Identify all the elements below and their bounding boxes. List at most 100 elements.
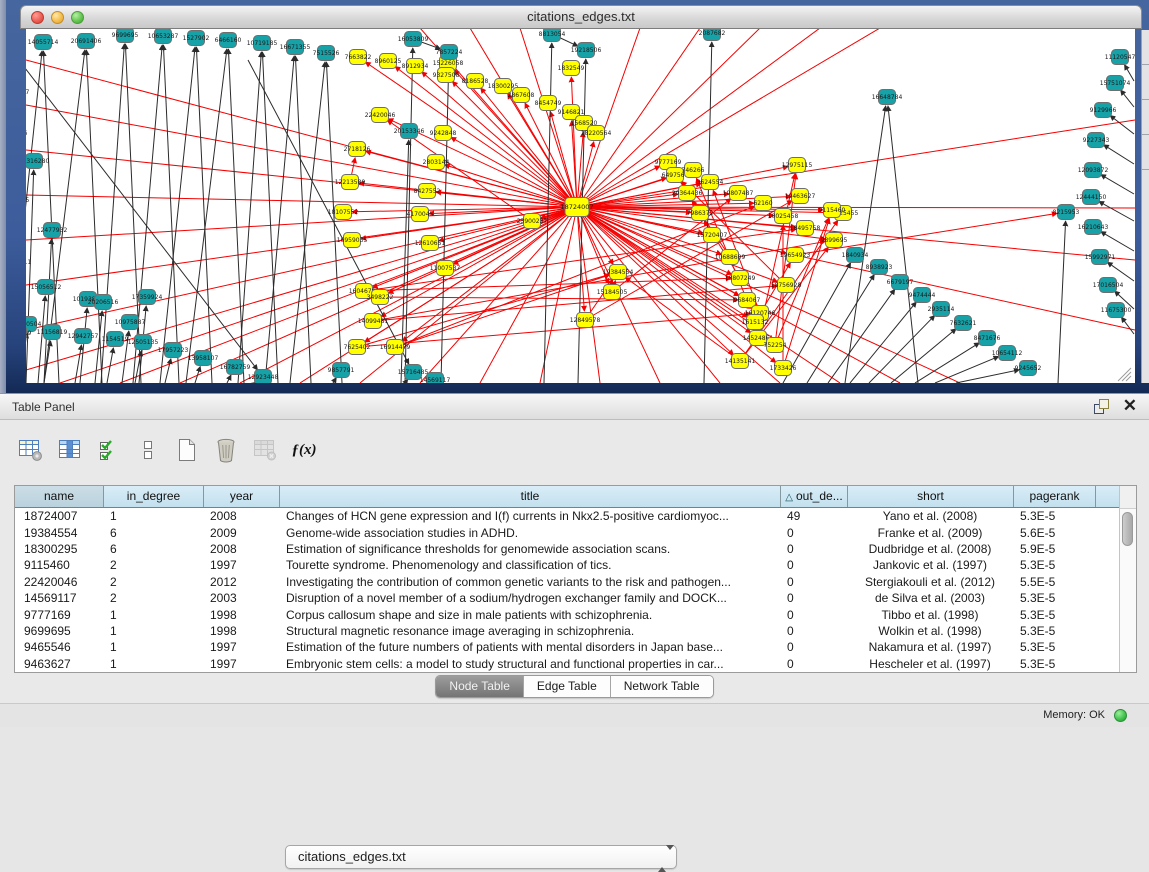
cell-title[interactable]: Changes of HCN gene expression and I(f) … xyxy=(280,509,781,523)
table-row[interactable]: 911546021997Tourette syndrome. Phenomeno… xyxy=(15,557,1119,573)
cell-in_degree[interactable]: 2 xyxy=(104,591,204,605)
network-node[interactable]: 12849578 xyxy=(570,313,601,328)
network-node[interactable]: 10653287 xyxy=(148,29,179,44)
cell-pagerank[interactable]: 5.6E-5 xyxy=(1014,526,1096,540)
cell-out_de[interactable]: 0 xyxy=(781,542,848,556)
network-node[interactable]: 12477932 xyxy=(37,223,68,238)
network-node[interactable]: 12942757 xyxy=(68,329,99,344)
network-node[interactable]: 9474444 xyxy=(909,288,936,303)
network-node[interactable]: 9129966 xyxy=(1090,103,1117,118)
network-node[interactable]: 62160 xyxy=(753,196,772,211)
network-node[interactable]: 746266 xyxy=(682,163,705,178)
select-columns-icon[interactable] xyxy=(55,435,85,465)
cell-out_de[interactable]: 0 xyxy=(781,558,848,572)
column-header-title[interactable]: title xyxy=(280,486,781,507)
network-node[interactable]: 12444150 xyxy=(1076,190,1107,205)
cell-out_de[interactable]: 0 xyxy=(781,640,848,654)
network-node[interactable]: 20691406 xyxy=(71,34,102,49)
cell-in_degree[interactable]: 2 xyxy=(104,558,204,572)
network-node[interactable]: 18724007 xyxy=(560,198,593,217)
cell-title[interactable]: Genome-wide association studies in ADHD. xyxy=(280,526,781,540)
table-row[interactable]: 977716911998Corpus callosum shape and si… xyxy=(15,606,1119,622)
cell-name[interactable]: 18724007 xyxy=(15,509,104,523)
tab-edge-table[interactable]: Edge Table xyxy=(523,676,610,697)
table-row[interactable]: 1830029562008Estimation of significance … xyxy=(15,541,1119,557)
scrollbar-thumb[interactable] xyxy=(1122,512,1133,546)
cell-short[interactable]: Stergiakouli et al. (2012) xyxy=(848,575,1014,589)
column-header-year[interactable]: year xyxy=(204,486,280,507)
network-node[interactable]: 9227343 xyxy=(1083,133,1110,148)
network-node[interactable]: 18107552 xyxy=(328,205,359,220)
cell-name[interactable]: 22420046 xyxy=(15,575,104,589)
cell-out_de[interactable]: 0 xyxy=(781,575,848,589)
network-node[interactable]: 11120547 xyxy=(1105,50,1135,65)
network-node[interactable]: 16671355 xyxy=(280,40,311,55)
cell-name[interactable]: 19384554 xyxy=(15,526,104,540)
cell-out_de[interactable]: 0 xyxy=(781,608,848,622)
cell-title[interactable]: Investigating the contribution of common… xyxy=(280,575,781,589)
network-node[interactable]: 1154519 xyxy=(102,332,129,347)
cell-name[interactable]: 18300295 xyxy=(15,542,104,556)
table-row[interactable]: 969969511998Structural magnetic resonanc… xyxy=(15,623,1119,639)
network-node[interactable]: 13958107 xyxy=(188,351,219,366)
column-header-name[interactable]: name xyxy=(15,486,104,507)
table-row[interactable]: 1938455462009Genome-wide association stu… xyxy=(15,524,1119,540)
table-row[interactable]: 2242004622012Investigating the contribut… xyxy=(15,574,1119,590)
merge-rows-icon[interactable] xyxy=(133,435,163,465)
cell-in_degree[interactable]: 6 xyxy=(104,526,204,540)
cell-pagerank[interactable]: 5.3E-5 xyxy=(1014,657,1096,671)
network-node[interactable]: 9463627 xyxy=(26,85,30,100)
cell-name[interactable]: 9465546 xyxy=(15,640,104,654)
cell-in_degree[interactable]: 1 xyxy=(104,608,204,622)
cell-pagerank[interactable]: 5.3E-5 xyxy=(1014,624,1096,638)
network-node[interactable]: 14099481 xyxy=(358,314,389,329)
network-node[interactable]: 8960125 xyxy=(375,54,402,69)
network-node[interactable]: 10025458 xyxy=(768,209,799,224)
network-node[interactable]: 8912934 xyxy=(402,59,429,74)
minimize-window-button[interactable] xyxy=(51,11,64,24)
float-panel-icon[interactable] xyxy=(1093,398,1109,414)
network-canvas[interactable]: 1872400776638228960125891293415226058932… xyxy=(26,29,1135,383)
close-window-button[interactable] xyxy=(31,11,44,24)
cell-pagerank[interactable]: 5.3E-5 xyxy=(1014,591,1096,605)
close-panel-icon[interactable]: ✕ xyxy=(1123,398,1137,414)
cell-year[interactable]: 2008 xyxy=(204,542,280,556)
network-node[interactable]: 8427552 xyxy=(414,184,441,199)
network-node[interactable]: 8813054 xyxy=(539,29,566,42)
cell-short[interactable]: Nakamura et al. (1997) xyxy=(848,640,1014,654)
network-node[interactable]: 9465546 xyxy=(26,126,28,141)
network-node[interactable]: 15751074 xyxy=(1100,76,1131,91)
cell-out_de[interactable]: 0 xyxy=(781,624,848,638)
cell-short[interactable]: Hescheler et al. (1997) xyxy=(848,657,1014,671)
network-node[interactable]: 16959035 xyxy=(337,233,368,248)
network-node[interactable]: 16648784 xyxy=(872,90,903,105)
network-node[interactable]: 18807249 xyxy=(725,271,756,286)
network-node[interactable]: 15184505 xyxy=(597,285,628,300)
network-node[interactable]: 12975115 xyxy=(782,158,813,173)
network-node[interactable]: 752254 xyxy=(764,338,787,353)
tab-network-table[interactable]: Network Table xyxy=(610,676,713,697)
network-node[interactable]: 11316280 xyxy=(26,154,49,169)
network-node[interactable]: 12093872 xyxy=(1078,163,1109,178)
cell-short[interactable]: Dudbridge et al. (2008) xyxy=(848,542,1014,556)
network-node[interactable]: 9857791 xyxy=(328,363,355,378)
cell-year[interactable]: 1998 xyxy=(204,608,280,622)
cell-out_de[interactable]: 0 xyxy=(781,526,848,540)
network-node[interactable]: 7663822 xyxy=(345,50,372,65)
tab-node-table[interactable]: Node Table xyxy=(436,676,523,697)
network-node[interactable]: 1832549 xyxy=(558,61,585,76)
cell-short[interactable]: Tibbo et al. (1998) xyxy=(848,608,1014,622)
cell-name[interactable]: 9463627 xyxy=(15,657,104,671)
network-node[interactable]: 19654923 xyxy=(780,248,811,263)
network-node[interactable]: 8186528 xyxy=(462,74,489,89)
cell-title[interactable]: Corpus callosum shape and size in male p… xyxy=(280,608,781,622)
cell-year[interactable]: 1997 xyxy=(204,657,280,671)
cell-year[interactable]: 2012 xyxy=(204,575,280,589)
cell-year[interactable]: 1997 xyxy=(204,640,280,654)
table-row[interactable]: 1872400712008Changes of HCN gene express… xyxy=(15,508,1119,524)
network-node[interactable]: 9699695 xyxy=(112,29,139,43)
cell-title[interactable]: Estimation of the future numbers of pati… xyxy=(280,640,781,654)
cell-pagerank[interactable]: 5.3E-5 xyxy=(1014,640,1096,654)
cell-in_degree[interactable]: 1 xyxy=(104,624,204,638)
zoom-window-button[interactable] xyxy=(71,11,84,24)
